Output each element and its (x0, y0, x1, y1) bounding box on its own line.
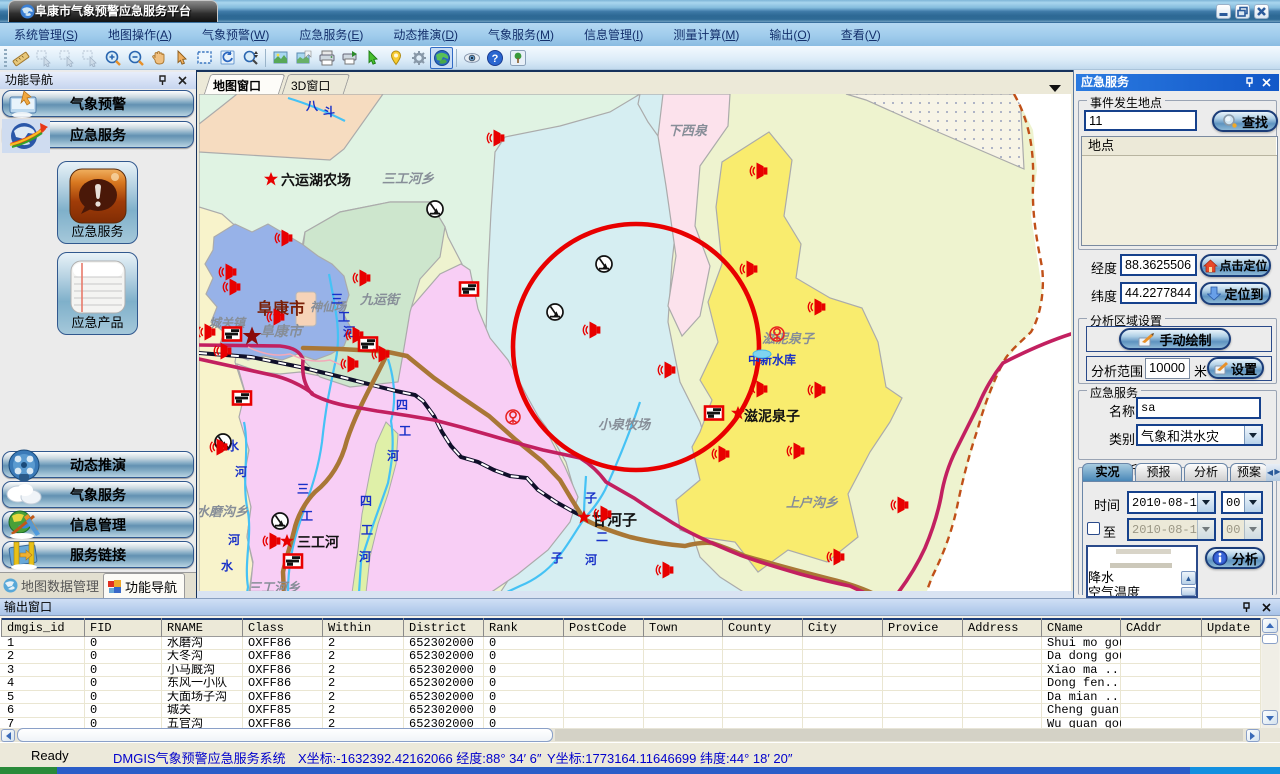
svg-text:四: 四 (360, 494, 372, 508)
svg-text:九运街: 九运街 (359, 292, 402, 307)
svg-text:四: 四 (396, 398, 408, 412)
svg-text:阜康市: 阜康市 (260, 323, 305, 339)
svg-text:?: ? (491, 53, 498, 65)
svg-text:子: 子 (585, 491, 597, 505)
svg-text:河: 河 (386, 448, 399, 463)
svg-text:工: 工 (338, 310, 350, 324)
svg-text:三: 三 (331, 292, 343, 306)
svg-text:河: 河 (584, 552, 597, 567)
svg-text:滋泥泉子: 滋泥泉子 (744, 408, 800, 424)
svg-text:河: 河 (227, 532, 240, 547)
svg-text:甘河子: 甘河子 (592, 511, 637, 529)
svg-text:水磨沟乡: 水磨沟乡 (199, 504, 249, 519)
svg-text:工: 工 (399, 424, 411, 438)
svg-text:工: 工 (361, 523, 373, 537)
svg-text:下西泉: 下西泉 (668, 123, 708, 138)
svg-text:工: 工 (301, 509, 313, 523)
svg-text:子: 子 (551, 551, 563, 565)
svg-text:六运湖农场: 六运湖农场 (281, 172, 351, 188)
svg-text:上户沟乡: 上户沟乡 (786, 495, 839, 510)
svg-text:水: 水 (221, 558, 234, 573)
svg-text:河: 河 (234, 464, 247, 479)
svg-text:小泉牧场: 小泉牧场 (598, 417, 652, 432)
svg-text:河: 河 (358, 549, 371, 564)
svg-text:二: 二 (596, 530, 608, 544)
svg-text:八: 八 (305, 99, 319, 113)
svg-text:三: 三 (297, 482, 309, 496)
svg-text:斗: 斗 (323, 105, 335, 119)
svg-text:三工河: 三工河 (297, 534, 339, 550)
svg-text:三工河乡: 三工河乡 (382, 171, 435, 186)
